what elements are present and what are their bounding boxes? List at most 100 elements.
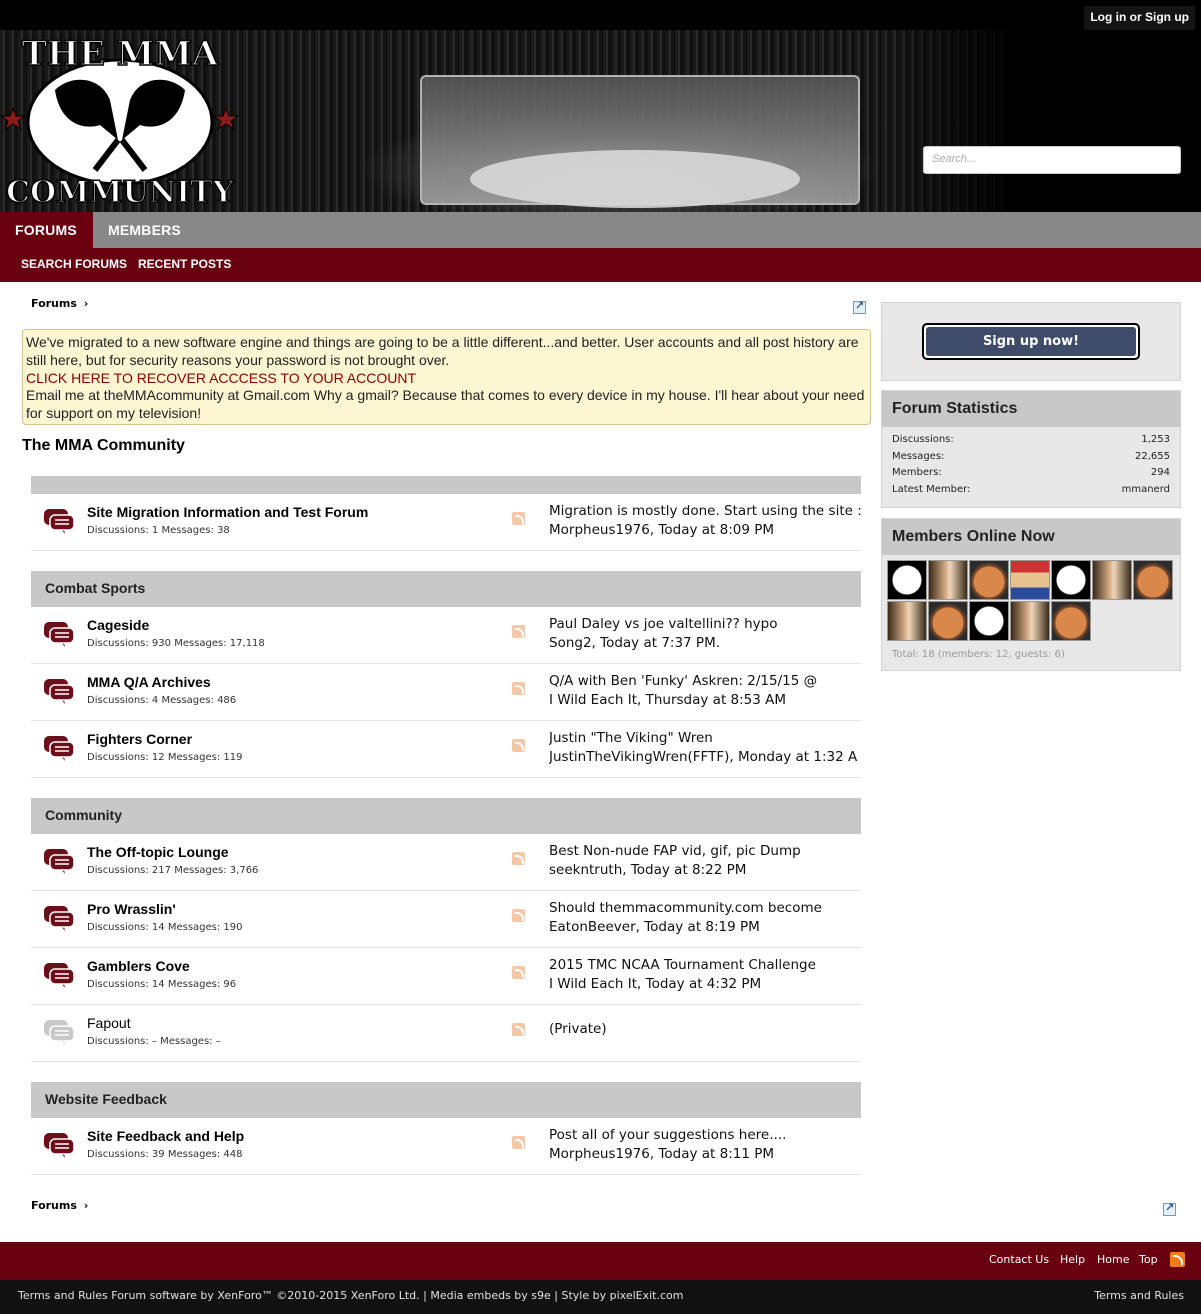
footer-bar: Contact Us Help Home Top (0, 1242, 1201, 1280)
forum-row[interactable]: The Off-topic Lounge Discussions: 217 Me… (31, 834, 861, 891)
forum-row[interactable]: Gamblers Cove Discussions: 14 Messages: … (31, 948, 861, 1005)
footer-top-link[interactable]: Top (1139, 1253, 1158, 1266)
last-post[interactable]: Paul Daley vs joe valtellini?? hypo Song2… (549, 615, 861, 653)
last-post[interactable]: Should themmacommunity.com become EatonBe… (549, 899, 861, 937)
last-post[interactable]: Post all of your suggestions here.... Mor… (549, 1126, 861, 1164)
forum-title-link[interactable]: Pro Wrasslin' (87, 901, 176, 917)
category-header-website-feedback[interactable]: Website Feedback (31, 1082, 861, 1118)
page-title: The MMA Community (22, 437, 185, 454)
footer-contact-link[interactable]: Contact Us (989, 1253, 1049, 1266)
forum-row[interactable]: MMA Q/A Archives Discussions: 4 Messages… (31, 664, 861, 721)
stat-discussions: Discussions: 1,253 (892, 434, 1170, 445)
forum-row[interactable]: Site Migration Information and Test Foru… (31, 494, 861, 551)
signup-button[interactable]: Sign up now! (922, 323, 1140, 360)
last-post-meta[interactable]: seekntruth, Today at 8:22 PM (549, 861, 861, 880)
forum-stats: Discussions: 1 Messages: 38 (87, 525, 230, 536)
last-post-meta[interactable]: Song2, Today at 7:37 PM. (549, 634, 861, 653)
forum-title-link[interactable]: Site Migration Information and Test Foru… (87, 504, 368, 520)
breadcrumb[interactable]: Forums › (31, 297, 88, 310)
forum-row[interactable]: Cageside Discussions: 930 Messages: 17,1… (31, 607, 861, 664)
avatar[interactable] (887, 601, 927, 641)
forum-title-link[interactable]: Site Feedback and Help (87, 1128, 244, 1144)
search-input[interactable]: Search... (923, 146, 1181, 174)
breadcrumb-jump-icon[interactable] (853, 299, 866, 314)
last-post-meta[interactable]: EatonBeever, Today at 8:19 PM (549, 918, 861, 937)
last-post[interactable]: Migration is mostly done. Start using th… (549, 502, 861, 540)
breadcrumb-jump-icon[interactable] (1163, 1201, 1176, 1216)
last-post-title[interactable]: Post all of your suggestions here.... (549, 1126, 861, 1145)
forum-title-link[interactable]: Cageside (87, 617, 149, 633)
last-post-title[interactable]: Paul Daley vs joe valtellini?? hypo (549, 615, 861, 634)
last-post-meta[interactable]: Morpheus1976, Today at 8:11 PM (549, 1145, 861, 1164)
forum-row[interactable]: Fapout Discussions: – Messages: – (Priva… (31, 1005, 861, 1062)
footer-help-link[interactable]: Help (1060, 1253, 1085, 1266)
avatar[interactable] (1051, 560, 1091, 600)
main-nav: FORUMS MEMBERS (0, 212, 1201, 248)
breadcrumb-forums[interactable]: Forums (31, 1199, 77, 1212)
avatar[interactable] (1051, 601, 1091, 641)
rss-feed-icon[interactable] (512, 966, 525, 979)
last-post[interactable]: Best Non-nude FAP vid, gif, pic Dump seek… (549, 842, 861, 880)
latest-member-link[interactable]: mmanerd (1122, 484, 1170, 495)
avatar[interactable] (928, 601, 968, 641)
stat-members: Members: 294 (892, 467, 1170, 478)
last-post-meta[interactable]: I Wild Each It, Today at 4:32 PM (549, 975, 861, 994)
rss-feed-icon[interactable] (512, 625, 525, 638)
signup-button-label[interactable]: Sign up now! (926, 327, 1136, 356)
tab-members[interactable]: MEMBERS (93, 212, 196, 248)
category-header-combat-sports[interactable]: Combat Sports (31, 571, 861, 607)
last-post[interactable]: 2015 TMC NCAA Tournament Challenge I Wild… (549, 956, 861, 994)
last-post: (Private) (549, 1020, 861, 1039)
migration-notice: We've migrated to a new software engine … (22, 329, 871, 425)
avatar[interactable] (1010, 560, 1050, 600)
avatar[interactable] (1092, 560, 1132, 600)
forum-title-link[interactable]: Gamblers Cove (87, 958, 190, 974)
search-forums-link[interactable]: SEARCH FORUMS (21, 257, 127, 271)
last-post-title[interactable]: Best Non-nude FAP vid, gif, pic Dump (549, 842, 861, 861)
forum-row[interactable]: Fighters Corner Discussions: 12 Messages… (31, 721, 861, 778)
breadcrumb-forums[interactable]: Forums (31, 297, 77, 310)
last-post-private: (Private) (549, 1021, 607, 1037)
avatar[interactable] (969, 601, 1009, 641)
last-post-title[interactable]: Should themmacommunity.com become (549, 899, 861, 918)
last-post[interactable]: Q/A with Ben 'Funky' Askren: 2/15/15 @ I … (549, 672, 861, 710)
forum-row[interactable]: Pro Wrasslin' Discussions: 14 Messages: … (31, 891, 861, 948)
avatar[interactable] (1133, 560, 1173, 600)
forum-row[interactable]: Site Feedback and Help Discussions: 39 M… (31, 1118, 861, 1175)
forum-title-link[interactable]: The Off-topic Lounge (87, 844, 229, 860)
last-post-title[interactable]: 2015 TMC NCAA Tournament Challenge (549, 956, 861, 975)
breadcrumb-bottom[interactable]: Forums › (31, 1199, 88, 1212)
avatar[interactable] (1010, 601, 1050, 641)
rss-feed-icon[interactable] (512, 852, 525, 865)
recover-account-link[interactable]: CLICK HERE TO RECOVER ACCCESS TO YOUR AC… (26, 370, 867, 388)
rss-feed-icon[interactable] (512, 739, 525, 752)
rss-feed-icon[interactable] (512, 512, 525, 525)
last-post-title[interactable]: Migration is mostly done. Start using th… (549, 502, 861, 521)
last-post[interactable]: Justin "The Viking" Wren JustinTheVikingW… (549, 729, 861, 767)
category-header-community[interactable]: Community (31, 798, 861, 834)
footer-home-link[interactable]: Home (1097, 1253, 1129, 1266)
avatar[interactable] (969, 560, 1009, 600)
copyright-text[interactable]: Terms and Rules Forum software by XenFor… (18, 1289, 683, 1302)
tab-forums[interactable]: FORUMS (0, 212, 93, 248)
rss-feed-icon[interactable] (512, 1023, 525, 1036)
last-post-title[interactable]: Q/A with Ben 'Funky' Askren: 2/15/15 @ (549, 672, 861, 691)
forum-title-link[interactable]: Fapout (87, 1015, 131, 1031)
terms-link[interactable]: Terms and Rules (1094, 1289, 1184, 1302)
avatar[interactable] (887, 560, 927, 600)
rss-feed-icon[interactable] (512, 682, 525, 695)
site-logo[interactable]: THE MMA COMMUNITY (0, 30, 240, 212)
rss-icon[interactable] (1170, 1252, 1185, 1267)
avatar[interactable] (928, 560, 968, 600)
last-post-meta[interactable]: Morpheus1976, Today at 8:09 PM (549, 521, 861, 540)
last-post-meta[interactable]: I Wild Each It, Thursday at 8:53 AM (549, 691, 861, 710)
forum-chat-icon (44, 849, 75, 874)
forum-title-link[interactable]: MMA Q/A Archives (87, 674, 211, 690)
rss-feed-icon[interactable] (512, 1136, 525, 1149)
forum-title-link[interactable]: Fighters Corner (87, 731, 192, 747)
recent-posts-link[interactable]: RECENT POSTS (138, 257, 231, 271)
last-post-meta[interactable]: JustinTheVikingWren(FFTF), Monday at 1:3… (549, 748, 861, 767)
rss-feed-icon[interactable] (512, 909, 525, 922)
last-post-title[interactable]: Justin "The Viking" Wren (549, 729, 861, 748)
login-signup-link[interactable]: Log in or Sign up (1084, 6, 1195, 30)
